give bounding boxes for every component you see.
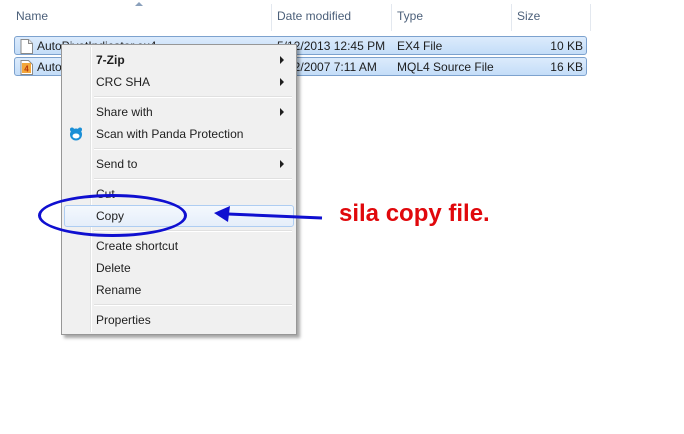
menu-item-send-to[interactable]: Send to — [64, 153, 294, 175]
column-date-modified[interactable]: Date modified — [271, 0, 391, 31]
menu-item-rename[interactable]: Rename — [64, 279, 294, 301]
menu-item-label: Scan with Panda Protection — [96, 127, 244, 141]
column-header: Name Date modified Type Size — [0, 0, 684, 31]
menu-item-label: Create shortcut — [96, 239, 179, 253]
submenu-arrow-icon — [280, 78, 284, 86]
file-size: 16 KB — [550, 60, 583, 74]
annotation-ellipse — [38, 194, 187, 237]
column-type[interactable]: Type — [391, 0, 511, 31]
menu-item-label: Rename — [96, 283, 142, 297]
menu-item-label: Share with — [96, 105, 153, 119]
menu-item-label: Send to — [96, 157, 138, 171]
menu-item-label: 7-Zip — [96, 53, 125, 67]
menu-item-delete[interactable]: Delete — [64, 257, 294, 279]
menu-item-scan-panda[interactable]: Scan with Panda Protection — [64, 123, 294, 145]
column-divider[interactable] — [590, 4, 591, 31]
file-type: EX4 File — [397, 39, 443, 53]
file-size: 10 KB — [550, 39, 583, 53]
svg-text:4: 4 — [24, 65, 29, 74]
submenu-arrow-icon — [280, 160, 284, 168]
menu-item-crc-sha[interactable]: CRC SHA — [64, 71, 294, 93]
menu-separator — [94, 178, 292, 180]
menu-item-label: Properties — [96, 313, 151, 327]
menu-item-label: CRC SHA — [96, 75, 151, 89]
annotation-arrow-icon — [214, 206, 323, 222]
menu-item-label: Delete — [96, 261, 131, 275]
menu-item-7zip[interactable]: 7-Zip — [64, 49, 294, 71]
menu-item-create-shortcut[interactable]: Create shortcut — [64, 235, 294, 257]
menu-separator — [94, 96, 292, 98]
column-name[interactable]: Name — [10, 0, 270, 31]
mql4-file-icon: 4 — [20, 60, 33, 75]
menu-separator — [94, 148, 292, 150]
menu-separator — [94, 304, 292, 306]
menu-item-share-with[interactable]: Share with — [64, 101, 294, 123]
submenu-arrow-icon — [280, 56, 284, 64]
panda-icon — [70, 127, 82, 141]
annotation-text: sila copy file. — [339, 200, 490, 227]
submenu-arrow-icon — [280, 108, 284, 116]
file-type: MQL4 Source File — [397, 60, 494, 74]
file-name: AutoPivotIndicator.mq4 — [37, 60, 63, 74]
menu-item-properties[interactable]: Properties — [64, 309, 294, 331]
column-size[interactable]: Size — [511, 0, 591, 31]
document-icon — [20, 39, 33, 54]
context-menu: 7-Zip CRC SHA Share with Scan with Panda… — [61, 44, 297, 335]
